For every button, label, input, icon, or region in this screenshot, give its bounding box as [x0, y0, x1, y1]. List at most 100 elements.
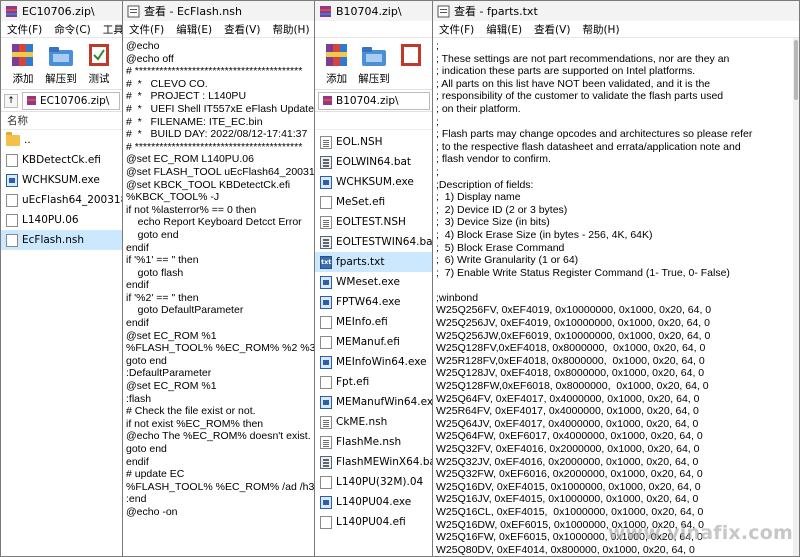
test-label: 测试	[88, 73, 110, 85]
list-item-selected[interactable]: txt fparts.txt	[315, 252, 433, 272]
menu-file[interactable]: 文件(F)	[439, 22, 474, 37]
list-item[interactable]: L140PU04.efi	[315, 512, 433, 532]
test-button[interactable]: 测试	[83, 42, 115, 86]
column-header-name[interactable]: 名称	[1, 112, 123, 130]
menu-help[interactable]: 帮助(H)	[272, 22, 309, 37]
menu-file[interactable]: 文件(F)	[7, 22, 42, 37]
menu-file[interactable]: 文件(F)	[129, 22, 164, 37]
exe-icon	[320, 495, 332, 509]
file-icon	[320, 195, 332, 209]
title-bar[interactable]: B10704.zip\	[315, 1, 433, 21]
file-icon	[6, 153, 18, 167]
file-icon	[320, 335, 332, 349]
add-button[interactable]: 添加	[7, 42, 39, 86]
add-books-icon	[325, 44, 347, 66]
list-item[interactable]: uEcFlash64_200318.efi	[1, 190, 123, 210]
test-button[interactable]	[396, 42, 427, 71]
file-name: EOLTEST.NSH	[336, 216, 406, 228]
list-item[interactable]: MeSet.efi	[315, 192, 433, 212]
menu-edit[interactable]: 编辑(E)	[176, 22, 212, 37]
list-item[interactable]: Fpt.efi	[315, 372, 433, 392]
file-list: .. KBDetectCk.efi WCHKSUM.exe uEcFlash64…	[1, 130, 123, 250]
list-item[interactable]: EOLTESTWIN64.bat	[315, 232, 433, 252]
list-item-selected[interactable]: EcFlash.nsh	[1, 230, 123, 250]
list-item[interactable]: FlashMEWinX64.bat	[315, 452, 433, 472]
menu-view[interactable]: 查看(V)	[224, 22, 260, 37]
extract-to-button[interactable]: 解压到	[358, 42, 390, 86]
menu-view[interactable]: 查看(V)	[534, 22, 570, 37]
watermark: www.vinafix.com	[607, 522, 793, 544]
extract-to-label: 解压到	[45, 73, 77, 85]
file-name: L140PU.06	[22, 214, 79, 226]
list-item[interactable]: L140PU(32M).04	[315, 472, 433, 492]
file-name: MEInfo.efi	[336, 316, 388, 328]
text-file-icon	[320, 135, 332, 149]
list-item[interactable]: MEInfo.efi	[315, 312, 433, 332]
list-item[interactable]: KBDetectCk.efi	[1, 150, 123, 170]
title-bar[interactable]: EC10706.zip\	[1, 1, 123, 21]
add-button[interactable]: 添加	[321, 42, 352, 86]
title-bar[interactable]: 查看 - fparts.txt	[433, 1, 799, 21]
file-icon	[6, 193, 18, 207]
file-icon	[320, 515, 332, 529]
list-item[interactable]: EOL.NSH	[315, 132, 433, 152]
column-header-name[interactable]	[315, 112, 433, 130]
menu-bar	[315, 21, 433, 38]
file-name: MeSet.efi	[336, 196, 386, 208]
file-name: WCHKSUM.exe	[336, 176, 414, 188]
list-item[interactable]: CkME.nsh	[315, 412, 433, 432]
menu-bar: 文件(F) 命令(C) 工具(S)	[1, 21, 123, 38]
extract-folder-icon	[362, 47, 386, 66]
list-item[interactable]: FlashMe.nsh	[315, 432, 433, 452]
list-item[interactable]: EOLTEST.NSH	[315, 212, 433, 232]
file-list: EOL.NSH EOLWIN64.bat WCHKSUM.exe MeSet.e…	[315, 132, 433, 532]
file-name: L140PU04.exe	[336, 496, 412, 508]
add-label: 添加	[12, 73, 34, 85]
text-file-icon	[320, 215, 332, 229]
list-item[interactable]: L140PU.06	[1, 210, 123, 230]
address-text: B10704.zip\	[336, 94, 399, 107]
file-name: WMeset.exe	[336, 276, 400, 288]
text-content[interactable]: @echo @echo off # **********************…	[123, 38, 315, 556]
file-name: EOL.NSH	[336, 136, 383, 148]
list-item[interactable]: WCHKSUM.exe	[315, 172, 433, 192]
file-name: L140PU04.efi	[336, 516, 406, 528]
viewer-icon	[437, 5, 450, 17]
window-title: EC10706.zip\	[22, 4, 95, 18]
exe-icon	[320, 395, 332, 409]
batch-file-icon	[320, 235, 332, 249]
scrollbar-thumb[interactable]	[794, 40, 798, 100]
vertical-scrollbar[interactable]	[793, 38, 799, 556]
list-item[interactable]: MEManuf.efi	[315, 332, 433, 352]
menu-commands[interactable]: 命令(C)	[54, 22, 91, 37]
test-icon	[89, 44, 109, 66]
list-item[interactable]: L140PU04.exe	[315, 492, 433, 512]
list-item[interactable]: FPTW64.exe	[315, 292, 433, 312]
file-name: MEManufWin64.exe	[336, 396, 433, 408]
file-name: fparts.txt	[336, 256, 385, 268]
address-field[interactable]: B10704.zip\	[318, 91, 430, 110]
extract-to-button[interactable]: 解压到	[45, 42, 77, 86]
list-item[interactable]: MEManufWin64.exe	[315, 392, 433, 412]
title-bar[interactable]: 查看 - EcFlash.nsh	[123, 1, 315, 21]
address-field[interactable]: EC10706.zip\	[22, 91, 120, 110]
window-title: 查看 - fparts.txt	[454, 5, 538, 18]
file-name: ..	[24, 134, 31, 146]
list-item[interactable]: ..	[1, 130, 123, 150]
exe-icon	[6, 173, 18, 187]
file-icon	[320, 315, 332, 329]
batch-file-icon	[320, 455, 332, 469]
menu-bar: 文件(F) 编辑(E) 查看(V) 帮助(H)	[123, 21, 315, 38]
list-item[interactable]: EOLWIN64.bat	[315, 152, 433, 172]
text-content[interactable]: ; ; These settings are not part recommen…	[433, 38, 791, 556]
address-bar: B10704.zip\	[315, 90, 433, 112]
menu-help[interactable]: 帮助(H)	[582, 22, 619, 37]
list-item[interactable]: WCHKSUM.exe	[1, 170, 123, 190]
file-icon	[320, 475, 332, 489]
address-text: EC10706.zip\	[40, 94, 110, 107]
up-arrow-icon[interactable]: ↑	[4, 93, 18, 108]
list-item[interactable]: WMeset.exe	[315, 272, 433, 292]
menu-edit[interactable]: 编辑(E)	[486, 22, 522, 37]
list-item[interactable]: MEInfoWin64.exe	[315, 352, 433, 372]
menu-tools[interactable]: 工具(S)	[103, 22, 123, 37]
